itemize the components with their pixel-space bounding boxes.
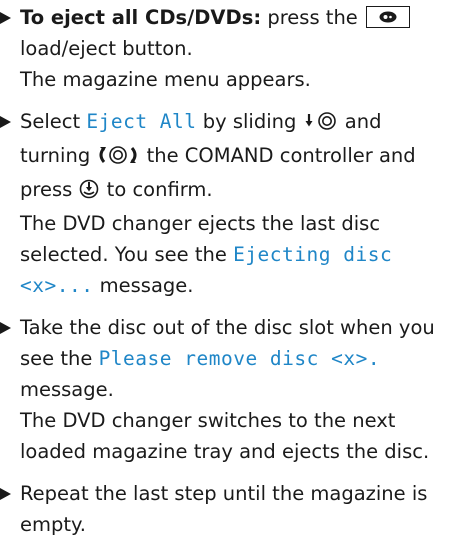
step-result: The DVD changer switches to the next bbox=[20, 409, 396, 432]
step-text: Take the disc out of the disc slot when … bbox=[20, 316, 435, 339]
step-result: loaded magazine tray and ejects the disc… bbox=[20, 440, 430, 463]
display-message-ejecting-placeholder: <x>... bbox=[20, 274, 94, 297]
instruction-step-eject-all: To eject all CDs/DVDs: press the load/ej… bbox=[0, 2, 461, 95]
slide-down-controller-icon bbox=[303, 109, 339, 140]
instruction-step-repeat: Repeat the last step until the magazine … bbox=[0, 478, 461, 540]
step-text: Repeat the last step until the magazine … bbox=[20, 482, 428, 505]
step-text: and bbox=[338, 110, 382, 133]
display-message-remove-disc: Please remove disc <x>. bbox=[98, 347, 381, 370]
step-bullet-icon bbox=[0, 12, 11, 24]
step-text: empty. bbox=[20, 513, 86, 536]
step-result: The DVD changer ejects the last disc bbox=[20, 212, 381, 235]
instruction-document: To eject all CDs/DVDs: press the load/ej… bbox=[0, 2, 461, 551]
load-eject-button-icon bbox=[366, 6, 411, 28]
step-text: to confirm. bbox=[100, 178, 213, 201]
step-text: press the bbox=[261, 6, 365, 29]
step-text: by sliding bbox=[196, 110, 303, 133]
step-result: The magazine menu appears. bbox=[20, 68, 311, 91]
step-text: press bbox=[20, 178, 79, 201]
instruction-step-take-disc: Take the disc out of the disc slot when … bbox=[0, 312, 461, 467]
step-text: Select bbox=[20, 110, 87, 133]
step-text: turning bbox=[20, 144, 97, 167]
step-text: the COMAND controller and bbox=[140, 144, 416, 167]
step-bullet-icon bbox=[0, 322, 11, 334]
instruction-step-select-eject-all: Select Eject All by sliding and turning … bbox=[0, 106, 461, 301]
display-message-ejecting: Ejecting disc bbox=[233, 243, 393, 266]
step-bullet-icon bbox=[0, 116, 11, 128]
turn-controller-icon bbox=[96, 143, 140, 174]
step-text: see the bbox=[20, 347, 99, 370]
step-heading: To eject all CDs/DVDs: bbox=[20, 6, 262, 29]
step-bullet-icon bbox=[0, 488, 11, 500]
press-controller-icon bbox=[78, 177, 100, 208]
step-text: load/eject button. bbox=[20, 37, 193, 60]
step-result: message. bbox=[93, 274, 194, 297]
menu-item-eject-all: Eject All bbox=[86, 110, 197, 133]
step-result: selected. You see the bbox=[20, 243, 234, 266]
step-text: message. bbox=[20, 378, 114, 401]
